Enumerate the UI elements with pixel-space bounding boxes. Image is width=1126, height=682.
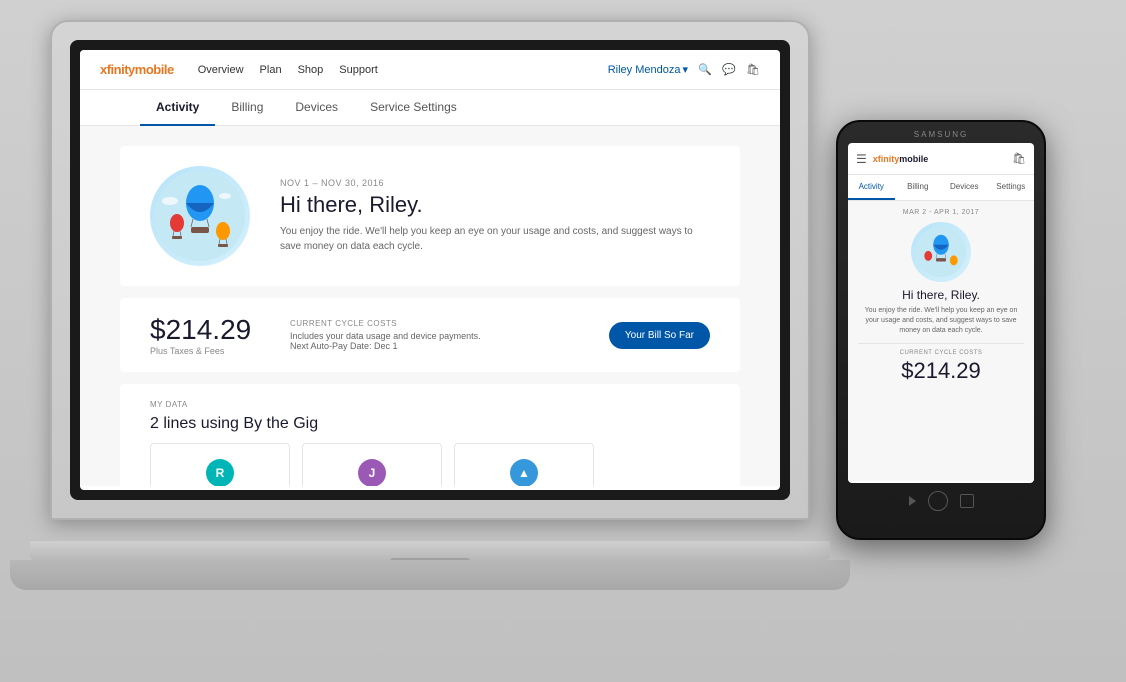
user-chevron-icon: ▾ bbox=[682, 63, 688, 76]
phone-nav-bar bbox=[909, 491, 974, 511]
laptop-body: xfinitymobile Overview Plan Shop Support… bbox=[50, 20, 810, 520]
xfinity-logo-accent: xfinity bbox=[100, 62, 135, 77]
phone-tab-activity[interactable]: Activity bbox=[848, 175, 895, 200]
laptop-base bbox=[30, 540, 830, 560]
data-lines-text: 2 lines using By the Gig bbox=[150, 415, 710, 433]
phone-balloon-illustration bbox=[911, 222, 971, 282]
nav-link-shop[interactable]: Shop bbox=[298, 64, 324, 76]
nav-link-overview[interactable]: Overview bbox=[198, 64, 244, 76]
phone-tab-devices[interactable]: Devices bbox=[941, 175, 988, 200]
phone-balloon-svg bbox=[916, 227, 966, 277]
tab-billing[interactable]: Billing bbox=[215, 90, 279, 126]
laptop-base-bottom bbox=[10, 560, 850, 590]
phone: SAMSUNG ☰ xfinitymobile 🛍 Activity Billi… bbox=[836, 120, 1046, 540]
samsung-label: SAMSUNG bbox=[914, 130, 968, 139]
data-section: MY DATA 2 lines using By the Gig R J bbox=[120, 384, 740, 486]
user-name-text: Riley Mendoza bbox=[608, 64, 681, 76]
greeting-text: Hi there, Riley. bbox=[280, 192, 710, 218]
phone-subtitle: You enjoy the ride. We'll help you keep … bbox=[858, 306, 1024, 335]
phone-tabs: Activity Billing Devices Settings bbox=[848, 175, 1034, 201]
balloon-svg bbox=[155, 171, 245, 261]
user-name[interactable]: Riley Mendoza ▾ bbox=[608, 63, 688, 76]
chat-icon[interactable]: 💬 bbox=[722, 63, 736, 77]
phone-content: MAR 2 - APR 1, 2017 bbox=[848, 201, 1034, 481]
billing-details: CURRENT CYCLE COSTS Includes your data u… bbox=[290, 319, 589, 351]
search-icon[interactable]: 🔍 bbox=[698, 63, 712, 77]
phone-home-button[interactable] bbox=[928, 491, 948, 511]
phone-recents-button[interactable] bbox=[960, 494, 974, 508]
billing-description: Includes your data usage and device paym… bbox=[290, 331, 589, 341]
laptop: xfinitymobile Overview Plan Shop Support… bbox=[50, 20, 810, 640]
billing-amount-container: $214.29 Plus Taxes & Fees bbox=[150, 314, 270, 356]
balloon-illustration bbox=[150, 166, 250, 266]
laptop-bezel: xfinitymobile Overview Plan Shop Support… bbox=[70, 40, 790, 500]
user-avatars: R J ▲ bbox=[150, 443, 710, 486]
autopay-date: Next Auto-Pay Date: Dec 1 bbox=[290, 341, 589, 351]
avatar-r: R bbox=[206, 459, 234, 486]
my-data-label: MY DATA bbox=[150, 400, 710, 409]
laptop-navbar: xfinitymobile Overview Plan Shop Support… bbox=[80, 50, 780, 90]
nav-link-plan[interactable]: Plan bbox=[260, 64, 282, 76]
phone-billing-label: CURRENT CYCLE COSTS bbox=[858, 350, 1024, 356]
plus-taxes-label: Plus Taxes & Fees bbox=[150, 346, 270, 356]
phone-tab-settings[interactable]: Settings bbox=[988, 175, 1035, 200]
avatar-more: ▲ bbox=[510, 459, 538, 486]
cart-icon[interactable]: 🛍 bbox=[746, 63, 760, 77]
avatar-card-r[interactable]: R bbox=[150, 443, 290, 486]
hero-section: NOV 1 – NOV 30, 2016 Hi there, Riley. Yo… bbox=[120, 146, 740, 286]
laptop-nav-links: Overview Plan Shop Support bbox=[198, 64, 608, 76]
billing-section: $214.29 Plus Taxes & Fees CURRENT CYCLE … bbox=[120, 298, 740, 372]
laptop-tabs: Activity Billing Devices Service Setting… bbox=[80, 90, 780, 126]
tab-activity[interactable]: Activity bbox=[140, 90, 215, 126]
phone-screen: ☰ xfinitymobile 🛍 Activity Billing Devic… bbox=[848, 143, 1034, 483]
current-cycle-label: CURRENT CYCLE COSTS bbox=[290, 319, 589, 328]
phone-date-range: MAR 2 - APR 1, 2017 bbox=[858, 209, 1024, 216]
phone-navbar: ☰ xfinitymobile 🛍 bbox=[848, 143, 1034, 175]
laptop-nav-right: Riley Mendoza ▾ 🔍 💬 🛍 bbox=[608, 63, 760, 77]
xfinity-logo-mobile: mobile bbox=[135, 62, 174, 77]
xfinity-logo: xfinitymobile bbox=[100, 62, 174, 77]
scene: xfinitymobile Overview Plan Shop Support… bbox=[0, 0, 1126, 682]
laptop-screen: xfinitymobile Overview Plan Shop Support… bbox=[80, 50, 780, 490]
billing-amount: $214.29 bbox=[150, 314, 270, 346]
tab-devices[interactable]: Devices bbox=[279, 90, 354, 126]
nav-link-support[interactable]: Support bbox=[339, 64, 378, 76]
bill-so-far-button[interactable]: Your Bill So Far bbox=[609, 322, 710, 349]
phone-logo: xfinitymobile bbox=[873, 154, 1012, 164]
tab-service-settings[interactable]: Service Settings bbox=[354, 90, 473, 126]
phone-cart-icon[interactable]: 🛍 bbox=[1012, 152, 1026, 165]
greeting-subtitle: You enjoy the ride. We'll help you keep … bbox=[280, 224, 710, 254]
phone-body: SAMSUNG ☰ xfinitymobile 🛍 Activity Billi… bbox=[836, 120, 1046, 540]
hero-text: NOV 1 – NOV 30, 2016 Hi there, Riley. Yo… bbox=[280, 178, 710, 254]
avatar-j: J bbox=[358, 459, 386, 486]
phone-greeting: Hi there, Riley. bbox=[858, 288, 1024, 302]
phone-menu-icon[interactable]: ☰ bbox=[856, 152, 867, 166]
phone-back-button[interactable] bbox=[909, 496, 916, 506]
date-range: NOV 1 – NOV 30, 2016 bbox=[280, 178, 710, 188]
phone-tab-billing[interactable]: Billing bbox=[895, 175, 942, 200]
avatar-card-more[interactable]: ▲ bbox=[454, 443, 594, 486]
laptop-screen-content: NOV 1 – NOV 30, 2016 Hi there, Riley. Yo… bbox=[80, 126, 780, 486]
phone-logo-accent: xfinity bbox=[873, 154, 900, 164]
avatar-card-j[interactable]: J bbox=[302, 443, 442, 486]
phone-billing-amount: $214.29 bbox=[858, 358, 1024, 384]
